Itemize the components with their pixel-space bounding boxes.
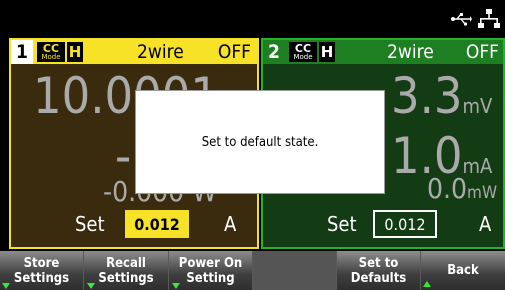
channel-1-set-unit: A [224,212,237,236]
softkey-5-line-2: Defaults [350,270,407,286]
softkey-bar: Store Settings Recall Settings Power On … [0,251,505,290]
channel-2-set-unit: A [479,212,492,236]
channel-2-set-value-field[interactable]: 0.012 [373,210,437,238]
channel-2-voltage-value: 3.3 [391,67,463,125]
submenu-arrow-icon [87,283,95,289]
usb-icon [451,13,472,26]
channel-2-mode-caption: Mode [293,53,313,61]
softkey-1-line-2: Settings [13,270,70,286]
channel-1-header: 1 CC Mode H 2wire OFF [11,40,257,64]
channel-2-power-value: 0.0 [427,172,468,205]
power-on-setting-button[interactable]: Power On Setting [169,251,253,290]
softkey-2-line-2: Settings [98,270,154,286]
channel-2-number: 2 [268,41,280,63]
back-arrow-icon [423,281,431,287]
power-supply-screen: 1 CC Mode H 2wire OFF 10.0001 - -0.000 W… [0,0,505,290]
channel-1-range-indicator: H [67,42,83,62]
store-settings-button[interactable]: Store Settings [0,251,84,290]
channel-2-output-state: OFF [465,41,499,63]
channel-2-set-label: Set [327,212,357,236]
lan-icon [478,9,500,28]
submenu-arrow-icon [2,283,10,289]
recall-settings-button[interactable]: Recall Settings [84,251,169,290]
softkey-1-line-1: Store [23,255,60,271]
back-button[interactable]: Back [421,251,505,290]
blank-softkey[interactable] [253,251,337,290]
channel-2-header: 2 CC Mode H 2wire OFF [263,40,503,64]
channel-2-power-unit: mW [467,183,498,203]
channel-1-set-label: Set [75,212,105,236]
channel-1-sense-mode: 2wire [137,41,184,63]
softkey-6-line-1: Back [447,263,479,278]
channel-2-voltage-reading: 3.3mV [391,68,492,134]
softkey-3-line-1: Power On [178,255,243,271]
softkey-2-line-1: Recall [106,255,146,271]
channel-1-mode-indicator: CC Mode [37,42,65,62]
softkey-3-line-2: Setting [186,270,235,286]
dialog-message: Set to default state. [201,134,319,150]
channel-2-range-indicator: H [319,42,335,62]
channel-1-number: 1 [11,40,33,64]
status-dialog: Set to default state. [135,90,385,194]
submenu-arrow-icon [172,283,180,289]
channel-1-output-state: OFF [217,41,251,63]
channel-1-mode-caption: Mode [41,53,61,61]
channel-1-set-value-field[interactable]: 0.012 [125,210,189,238]
softkey-5-line-1: Set to [358,255,399,271]
channel-2-power-reading: 0.0mW [427,172,497,210]
channel-2-voltage-unit: mV [462,94,493,118]
set-to-defaults-button[interactable]: Set to Defaults [337,251,421,290]
channel-2-mode-indicator: CC Mode [289,42,317,62]
channel-2-sense-mode: 2wire [387,41,434,63]
status-bar [0,0,505,38]
